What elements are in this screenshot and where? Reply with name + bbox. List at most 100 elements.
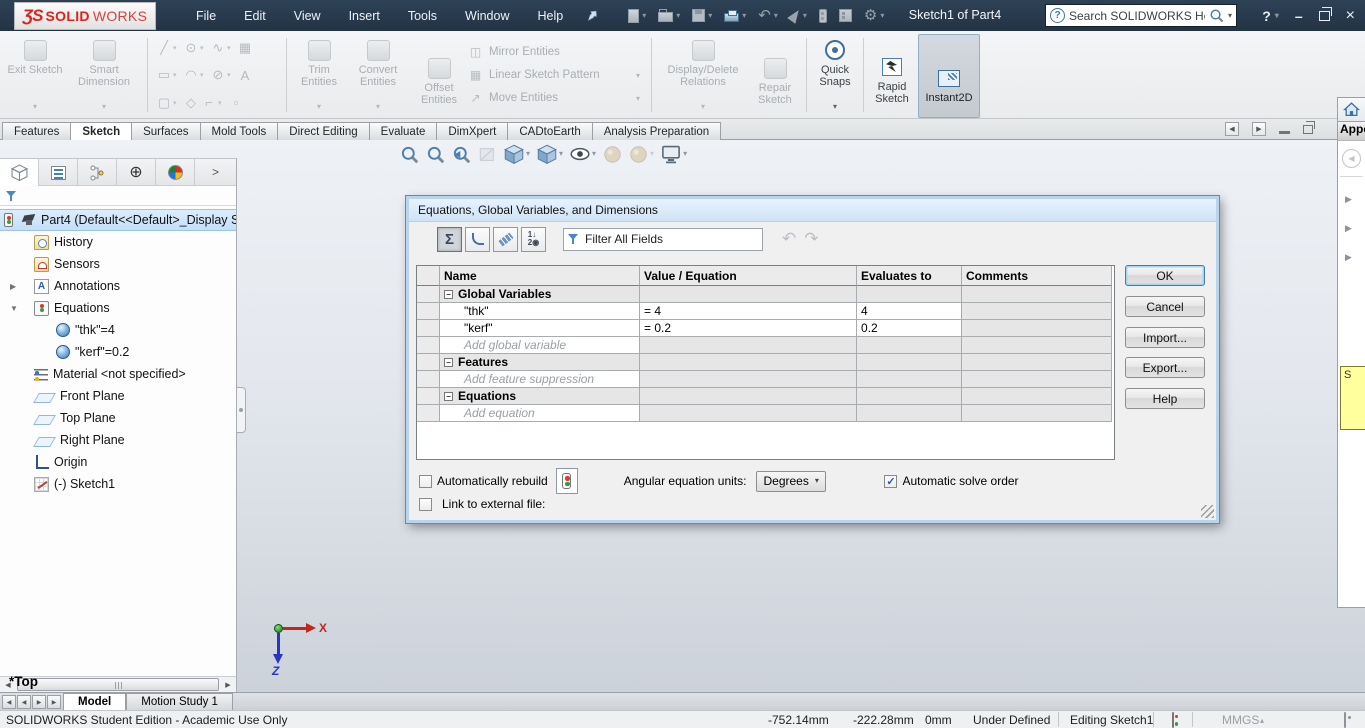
quick-snaps-button[interactable]: Quick Snaps ▾ [812, 34, 858, 116]
instant2d-button[interactable]: Instant2D [918, 34, 980, 118]
menu-window[interactable]: Window [451, 5, 523, 27]
tag-icon[interactable] [1344, 712, 1346, 728]
next-study-icon[interactable]: ▶ [32, 695, 46, 709]
minimize-button[interactable]: – [1295, 8, 1303, 24]
view-orientation-button[interactable]: ▾ [504, 144, 530, 164]
scroll-right-icon[interactable]: ▶ [220, 677, 236, 692]
help-button[interactable]: Help [1125, 388, 1205, 409]
row-selector[interactable] [417, 320, 440, 337]
dimension-view-button[interactable] [493, 226, 518, 252]
ordered-view-button[interactable]: 1↓ 2◉ [521, 226, 546, 252]
menu-view[interactable]: View [280, 5, 335, 27]
row-selector[interactable] [417, 303, 440, 320]
next-pane-icon[interactable]: ▶ [1252, 122, 1266, 136]
collapse-box-icon[interactable]: − [444, 289, 453, 299]
task-pane-expand-item[interactable]: ▶ [1338, 185, 1365, 214]
motion-study-tab[interactable]: Motion Study 1 [126, 693, 233, 710]
scroll-thumb[interactable] [17, 678, 219, 691]
tab-cadtoearth[interactable]: CADtoEarth [507, 122, 593, 140]
zoom-to-area-button[interactable] [426, 145, 445, 164]
tree-item-right-plane[interactable]: Right Plane [0, 429, 236, 451]
export-button[interactable]: Export... [1125, 357, 1205, 378]
group-row-global-variables[interactable]: − Global Variables [440, 286, 640, 303]
doc-minimize-icon[interactable] [1279, 131, 1290, 134]
doc-restore-icon[interactable] [1303, 120, 1315, 134]
import-button[interactable]: Import... [1125, 327, 1205, 348]
automatic-solve-order-checkbox[interactable]: ✓ [884, 474, 898, 488]
tab-propertymanager[interactable] [39, 159, 78, 186]
row-selector[interactable] [417, 371, 440, 388]
menu-insert[interactable]: Insert [335, 5, 394, 27]
tree-item-equations[interactable]: ▼ Equations [0, 297, 236, 319]
help-search-box[interactable]: ? ▾ [1045, 4, 1237, 27]
tab-surfaces[interactable]: Surfaces [131, 122, 201, 140]
cell-kerf-comments[interactable] [962, 320, 1112, 337]
tab-direct-editing[interactable]: Direct Editing [277, 122, 370, 140]
tab-displaymanager[interactable] [156, 159, 195, 186]
task-pane-home-tab[interactable] [1338, 98, 1365, 122]
menu-tools[interactable]: Tools [394, 5, 451, 27]
previous-pane-icon[interactable]: ◀ [1225, 122, 1239, 136]
tab-features[interactable]: Features [2, 122, 72, 140]
equation-view-button[interactable]: Σ [437, 226, 462, 252]
tab-mold-tools[interactable]: Mold Tools [199, 122, 279, 140]
tab-dimxpert[interactable]: DimXpert [436, 122, 509, 140]
restore-button[interactable] [1318, 6, 1332, 21]
menu-help[interactable]: Help [524, 5, 578, 27]
tab-sketch[interactable]: Sketch [70, 122, 133, 140]
pin-menu-icon[interactable] [585, 8, 600, 23]
link-external-file-checkbox[interactable] [419, 497, 432, 511]
filter-all-fields-box[interactable] [563, 227, 763, 251]
column-header-comments[interactable]: Comments [962, 266, 1112, 286]
tab-evaluate[interactable]: Evaluate [368, 122, 438, 140]
row-selector[interactable] [417, 354, 440, 371]
search-scope-dropdown[interactable]: ▾ [1228, 11, 1232, 20]
model-tab[interactable]: Model [63, 693, 127, 710]
filter-input[interactable] [585, 232, 758, 246]
view-settings-button[interactable]: ▾ [661, 144, 687, 164]
menu-file[interactable]: File [182, 5, 230, 27]
last-study-icon[interactable]: ▶ [47, 695, 61, 709]
column-header-evaluates[interactable]: Evaluates to [857, 266, 962, 286]
column-header-value[interactable]: Value / Equation [640, 266, 857, 286]
help-menu-button[interactable]: ? ▾ [1262, 8, 1279, 24]
tree-item-origin[interactable]: Origin [0, 451, 236, 473]
task-pane-expand-item[interactable]: ▶ [1338, 214, 1365, 243]
collapse-box-icon[interactable]: − [444, 357, 453, 367]
ok-button[interactable]: OK [1125, 265, 1205, 286]
search-icon[interactable] [1209, 8, 1224, 23]
tree-item-kerf[interactable]: "kerf"=0.2 [0, 341, 236, 363]
cell-kerf-value[interactable]: = 0.2 [640, 320, 857, 337]
collapse-box-icon[interactable]: − [444, 391, 453, 401]
expand-arrow-icon[interactable]: ▶ [10, 282, 16, 291]
panel-overflow-chevron[interactable]: > [195, 159, 236, 185]
print-button[interactable]: ▾ [721, 7, 749, 24]
first-study-icon[interactable]: ◀ [2, 695, 16, 709]
tree-item-thk[interactable]: "thk"=4 [0, 319, 236, 341]
panel-collapse-handle[interactable] [237, 387, 246, 433]
tree-item-front-plane[interactable]: Front Plane [0, 385, 236, 407]
menu-edit[interactable]: Edit [230, 5, 280, 27]
tab-analysis-preparation[interactable]: Analysis Preparation [591, 122, 722, 140]
tab-featuremanager-tree[interactable] [0, 159, 39, 186]
tree-item-annotations[interactable]: ▶ Annotations [0, 275, 236, 297]
dialog-title-bar[interactable]: Equations, Global Variables, and Dimensi… [409, 199, 1216, 222]
previous-study-icon[interactable]: ◀ [17, 695, 31, 709]
angular-units-dropdown[interactable]: Degrees ▾ [756, 470, 827, 492]
add-equation-cell[interactable]: Add equation [440, 405, 640, 422]
tree-item-sensors[interactable]: Sensors [0, 253, 236, 275]
automatically-rebuild-checkbox[interactable] [419, 474, 432, 488]
search-input[interactable] [1069, 8, 1205, 23]
resize-grip[interactable] [1201, 505, 1214, 518]
cancel-button[interactable]: Cancel [1125, 296, 1205, 317]
tree-item-history[interactable]: History [0, 231, 236, 253]
group-row-features[interactable]: − Features [440, 354, 640, 371]
row-selector[interactable] [417, 405, 440, 422]
cell-thk-comments[interactable] [962, 303, 1112, 320]
task-pane-expand-item[interactable]: ▶ [1338, 243, 1365, 272]
filter-funnel-icon[interactable] [6, 190, 18, 202]
sketch-equation-view-button[interactable] [465, 226, 490, 252]
display-style-button[interactable]: ▾ [537, 144, 563, 164]
close-button[interactable]: × [1346, 7, 1355, 23]
previous-view-button[interactable] [452, 145, 471, 164]
